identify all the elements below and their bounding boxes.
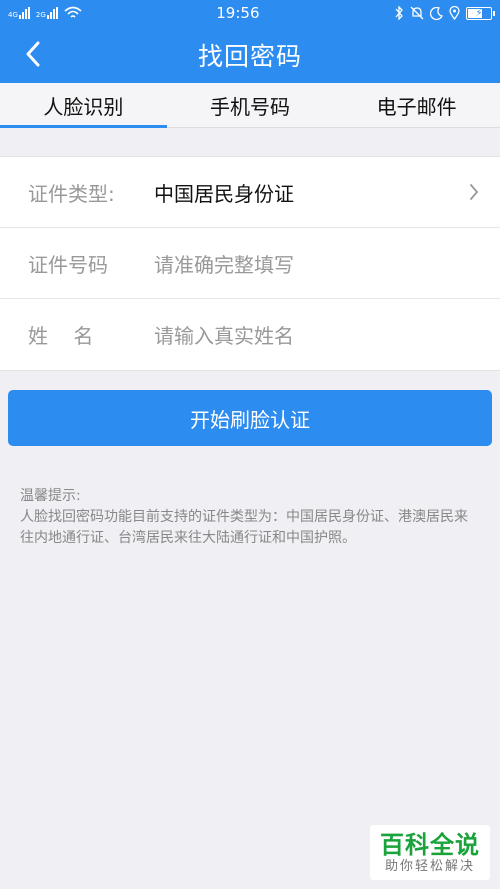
wifi-icon xyxy=(64,6,82,18)
watermark-subtitle: 助你轻松解决 xyxy=(384,858,475,874)
tab-face-recognition[interactable]: 人脸识别 xyxy=(0,83,167,128)
tab-email[interactable]: 电子邮件 xyxy=(333,83,500,127)
location-icon xyxy=(449,6,460,20)
signal-bars-icon xyxy=(46,7,58,19)
mute-icon xyxy=(410,6,424,20)
name-label: 姓 名 xyxy=(28,324,94,348)
back-button[interactable] xyxy=(18,38,48,70)
network-type-1: 4G xyxy=(8,11,18,19)
watermark-title: 百科全说 xyxy=(380,830,480,859)
tab-phone-number[interactable]: 手机号码 xyxy=(167,83,334,127)
page-title: 找回密码 xyxy=(197,41,302,71)
tab-label: 电子邮件 xyxy=(376,94,457,119)
tab-bar: 人脸识别 手机号码 电子邮件 xyxy=(0,83,500,128)
signal-bars-icon xyxy=(18,7,30,19)
moon-icon xyxy=(429,6,443,20)
verification-form: 证件类型: 中国居民身份证 证件号码 请准确完整填写 姓 名 请输入真实姓名 xyxy=(0,156,500,371)
signal-indicator-1: 4G xyxy=(8,7,30,19)
status-right: ⚡ xyxy=(394,6,495,20)
id-type-row[interactable]: 证件类型: 中国居民身份证 xyxy=(0,157,500,228)
id-number-row: 证件号码 请准确完整填写 xyxy=(0,228,500,299)
battery-charging-icon: ⚡ xyxy=(465,6,495,20)
id-type-label: 证件类型: xyxy=(28,181,115,206)
status-time: 19:56 xyxy=(216,4,260,22)
chevron-right-icon xyxy=(464,182,484,202)
id-number-label: 证件号码 xyxy=(28,252,108,277)
chevron-left-icon xyxy=(26,41,40,67)
tab-label: 手机号码 xyxy=(210,94,290,119)
status-left: 4G 2G xyxy=(8,6,82,20)
name-input[interactable]: 请输入真实姓名 xyxy=(154,320,484,349)
id-type-select[interactable]: 中国居民身份证 xyxy=(154,178,464,207)
bluetooth-icon xyxy=(395,6,403,20)
tips-section: 温馨提示: 人脸找回密码功能目前支持的证件类型为：中国居民身份证、港澳居民来往内… xyxy=(20,486,480,549)
name-row: 姓 名 请输入真实姓名 xyxy=(0,299,500,370)
id-number-input[interactable]: 请准确完整填写 xyxy=(154,249,484,278)
network-type-2: 2G xyxy=(35,11,46,19)
title-bar: 找回密码 xyxy=(0,26,500,83)
tab-label: 人脸识别 xyxy=(43,94,124,119)
signal-indicator-2: 2G xyxy=(36,7,58,19)
tips-body: 人脸找回密码功能目前支持的证件类型为：中国居民身份证、港澳居民来往内地通行证、台… xyxy=(20,509,468,546)
tips-title: 温馨提示: xyxy=(20,488,81,504)
start-face-verification-button[interactable]: 开始刷脸认证 xyxy=(8,390,492,446)
status-bar: 4G 2G 19:56 ⚡ xyxy=(0,0,500,26)
watermark-logo: 百科全说 助你轻松解决 xyxy=(370,825,490,880)
